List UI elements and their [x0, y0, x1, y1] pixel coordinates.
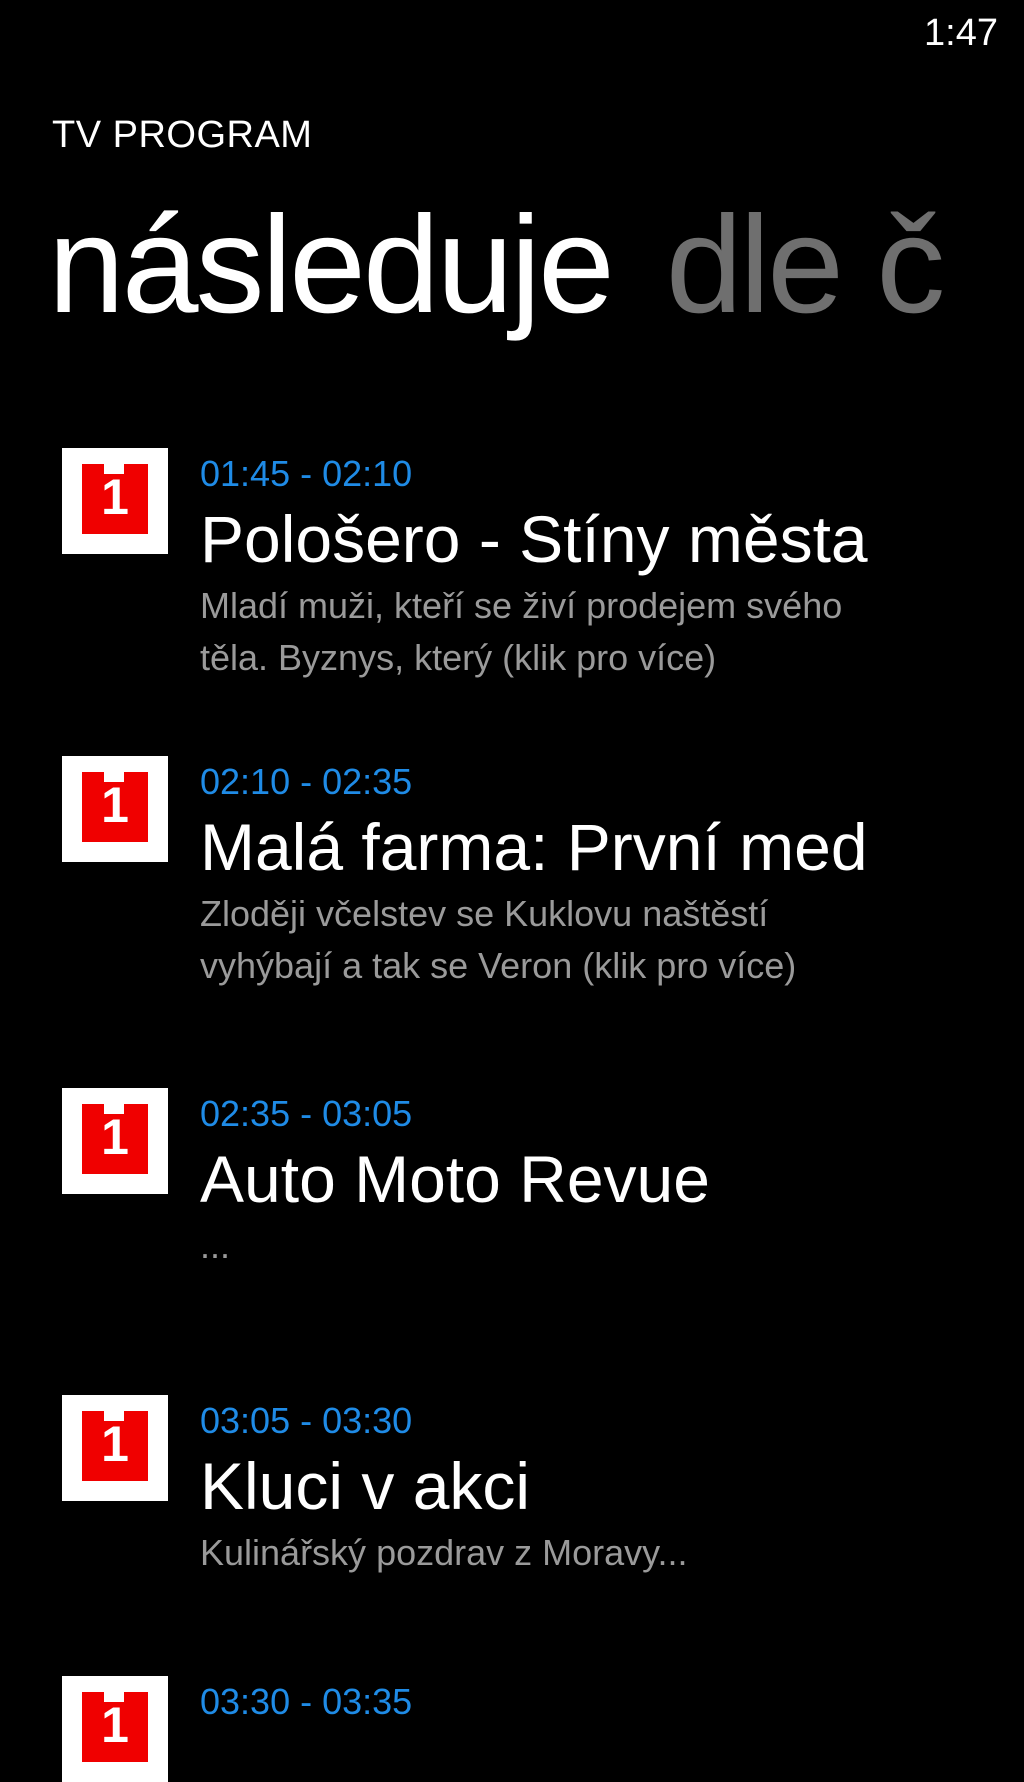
- pivot-header: následuje dle č: [48, 196, 945, 334]
- description-line: vyhýbají a tak se Veron (klik pro více): [200, 945, 797, 986]
- program-title: Auto Moto Revue: [200, 1142, 710, 1216]
- program-description: Mladí muži, kteří se živí prodejem svého…: [200, 580, 1012, 684]
- program-description: Zloději včelstev se Kuklovu naštěstí vyh…: [200, 888, 1012, 992]
- channel-logo-icon: 1: [62, 1088, 168, 1194]
- description-line: Zloději včelstev se Kuklovu naštěstí: [200, 893, 769, 934]
- logo-digit: 1: [101, 777, 129, 833]
- pivot-item-dle-casu[interactable]: dle č: [666, 188, 945, 342]
- program-title: Malá farma: První med: [200, 810, 868, 884]
- program-description: ...: [200, 1220, 1012, 1272]
- logo-digit: 1: [101, 1697, 129, 1753]
- program-time: 01:45 - 02:10: [200, 453, 413, 494]
- channel-logo-icon: 1: [62, 448, 168, 554]
- description-line: ...: [200, 1225, 231, 1266]
- description-line: těla. Byznys, který (klik pro více): [200, 637, 717, 678]
- channel-logo-icon: 1: [62, 1395, 168, 1501]
- channel-logo-icon: 1: [62, 1676, 168, 1782]
- logo-digit: 1: [101, 469, 129, 525]
- program-time: 03:05 - 03:30: [200, 1400, 413, 1441]
- description-line: Kulinářský pozdrav z Moravy...: [200, 1532, 688, 1573]
- program-time: 02:10 - 02:35: [200, 761, 413, 802]
- app-title: TV PROGRAM: [52, 114, 313, 156]
- status-bar-time: 1:47: [924, 12, 998, 54]
- logo-digit: 1: [101, 1109, 129, 1165]
- channel-logo-icon: 1: [62, 756, 168, 862]
- program-time: 02:35 - 03:05: [200, 1093, 413, 1134]
- logo-digit: 1: [101, 1416, 129, 1472]
- description-line: Mladí muži, kteří se živí prodejem svého: [200, 585, 843, 626]
- program-time: 03:30 - 03:35: [200, 1681, 413, 1722]
- program-title: Pološero - Stíny města: [200, 502, 868, 576]
- pivot-item-nasleduje[interactable]: následuje: [48, 188, 615, 342]
- program-title: Kluci v akci: [200, 1449, 531, 1523]
- program-description: Kulinářský pozdrav z Moravy...: [200, 1527, 1012, 1579]
